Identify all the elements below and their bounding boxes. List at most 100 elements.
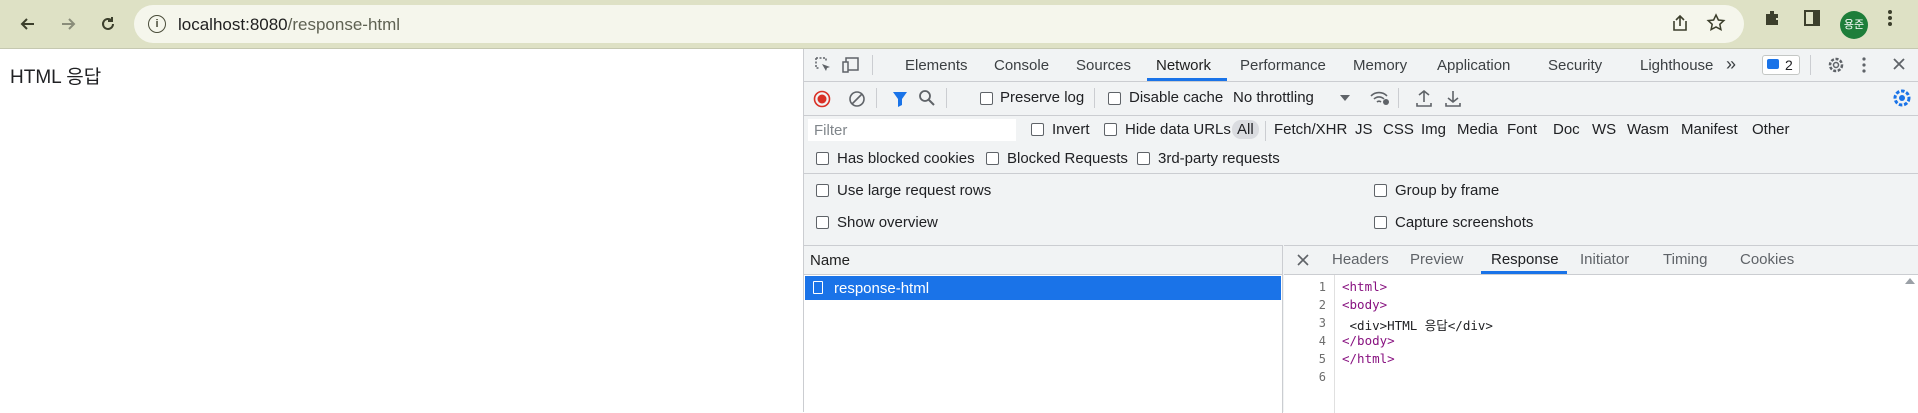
more-tabs-icon[interactable]: » (1726, 54, 1736, 75)
disable-cache-checkbox[interactable] (1108, 92, 1121, 105)
tab-lighthouse[interactable]: Lighthouse (1640, 57, 1713, 74)
filter-type-font[interactable]: Font (1507, 121, 1537, 138)
filter-type-all[interactable]: All (1232, 120, 1259, 139)
side-panel-icon[interactable] (1802, 8, 1822, 33)
filter-input[interactable] (808, 119, 1016, 141)
show-overview-checkbox[interactable] (816, 216, 829, 229)
show-overview-label: Show overview (837, 214, 938, 231)
filter-type-css[interactable]: CSS (1383, 121, 1414, 138)
preserve-log-checkbox[interactable] (980, 92, 993, 105)
third-party-label: 3rd-party requests (1158, 150, 1280, 167)
invert-checkbox[interactable] (1031, 123, 1044, 136)
third-party-checkbox[interactable] (1137, 152, 1150, 165)
divider (1265, 121, 1266, 141)
request-row[interactable]: response-html (805, 276, 1281, 300)
search-icon[interactable] (918, 89, 936, 112)
code-line: <body> (1342, 297, 1388, 312)
filter-funnel-icon[interactable] (892, 90, 908, 113)
code-line: </body> (1342, 333, 1395, 348)
filter-type-media[interactable]: Media (1457, 121, 1498, 138)
forward-arrow-icon[interactable] (52, 8, 84, 40)
browser-toolbar: i localhost:8080/response-html 용준 (0, 0, 1918, 49)
devtools-tab-bar: Elements Console Sources Network Perform… (804, 49, 1918, 82)
blocked-requests-label: Blocked Requests (1007, 150, 1128, 167)
settings-gear-icon[interactable] (1827, 56, 1845, 79)
divider (804, 173, 1918, 174)
tab-memory[interactable]: Memory (1353, 57, 1407, 74)
line-number: 6 (1318, 370, 1326, 384)
close-details-icon[interactable] (1296, 253, 1310, 272)
devtools-panel: Elements Console Sources Network Perform… (803, 49, 1918, 413)
blocked-requests-checkbox[interactable] (986, 152, 999, 165)
tab-elements[interactable]: Elements (905, 57, 968, 74)
request-details: Headers Preview Response Initiator Timin… (1284, 245, 1918, 413)
detail-tab-response[interactable]: Response (1491, 251, 1559, 268)
filter-type-doc[interactable]: Doc (1553, 121, 1580, 138)
record-stop-icon[interactable] (813, 90, 831, 113)
tab-security[interactable]: Security (1548, 57, 1602, 74)
detail-tab-initiator[interactable]: Initiator (1580, 251, 1629, 268)
network-toolbar: Preserve log Disable cache No throttling (804, 82, 1918, 116)
filter-type-fetch-xhr[interactable]: Fetch/XHR (1274, 121, 1347, 138)
filter-type-js[interactable]: JS (1355, 121, 1373, 138)
throttling-select[interactable]: No throttling (1233, 89, 1314, 106)
share-icon[interactable] (1670, 13, 1690, 38)
issues-badge[interactable]: 2 (1762, 55, 1800, 75)
url-host: localhost:8080 (178, 15, 288, 34)
filter-type-ws[interactable]: WS (1592, 121, 1616, 138)
divider (1810, 55, 1811, 75)
avatar[interactable]: 용준 (1840, 11, 1868, 39)
detail-tab-cookies[interactable]: Cookies (1740, 251, 1794, 268)
site-info-icon[interactable]: i (148, 15, 166, 33)
extensions-icon[interactable] (1762, 8, 1782, 33)
tab-network[interactable]: Network (1156, 57, 1211, 74)
divider (876, 88, 877, 108)
preserve-log-label: Preserve log (1000, 89, 1085, 106)
issues-count: 2 (1785, 57, 1793, 73)
network-conditions-icon[interactable] (1369, 89, 1391, 112)
tab-sources[interactable]: Sources (1076, 57, 1131, 74)
inspect-element-icon[interactable] (814, 56, 832, 79)
detail-tab-headers[interactable]: Headers (1332, 251, 1389, 268)
has-blocked-cookies-checkbox[interactable] (816, 152, 829, 165)
back-arrow-icon[interactable] (12, 8, 44, 40)
has-blocked-cookies-label: Has blocked cookies (837, 150, 975, 167)
export-har-icon[interactable] (1445, 89, 1461, 112)
clear-icon[interactable] (848, 90, 866, 113)
detail-tab-timing[interactable]: Timing (1663, 251, 1707, 268)
star-icon[interactable] (1706, 13, 1726, 38)
capture-screenshots-label: Capture screenshots (1395, 214, 1534, 231)
detail-tab-preview[interactable]: Preview (1410, 251, 1463, 268)
filter-type-other[interactable]: Other (1752, 121, 1790, 138)
line-number: 4 (1318, 334, 1326, 348)
hide-data-urls-checkbox[interactable] (1104, 123, 1117, 136)
tab-application[interactable]: Application (1437, 57, 1510, 74)
network-settings-gear-icon[interactable] (1892, 88, 1912, 113)
menu-kebab-icon[interactable] (1886, 8, 1894, 33)
divider (1398, 88, 1399, 108)
close-devtools-icon[interactable] (1892, 57, 1906, 76)
capture-screenshots-checkbox[interactable] (1374, 216, 1387, 229)
filter-type-img[interactable]: Img (1421, 121, 1446, 138)
device-toolbar-icon[interactable] (842, 56, 862, 79)
chevron-down-icon[interactable] (1340, 95, 1350, 101)
address-bar[interactable]: i localhost:8080/response-html (134, 5, 1744, 43)
response-viewer[interactable]: 1 2 3 4 5 6 <html> <body> <div>HTML 응답</… (1284, 275, 1918, 413)
scroll-up-icon[interactable] (1905, 278, 1915, 284)
divider (872, 55, 873, 75)
url-text[interactable]: localhost:8080/response-html (178, 15, 400, 35)
code-line: <div>HTML 응답</div> (1342, 318, 1493, 333)
tab-console[interactable]: Console (994, 57, 1049, 74)
large-rows-checkbox[interactable] (816, 184, 829, 197)
name-column-header[interactable]: Name (804, 246, 1282, 275)
devtools-menu-icon[interactable] (1861, 56, 1867, 79)
filter-type-wasm[interactable]: Wasm (1627, 121, 1669, 138)
divider (1094, 88, 1095, 108)
group-by-frame-checkbox[interactable] (1374, 184, 1387, 197)
filter-bar: Invert Hide data URLs All Fetch/XHR JS C… (804, 115, 1918, 147)
request-name: response-html (834, 280, 930, 297)
reload-icon[interactable] (92, 8, 124, 40)
tab-performance[interactable]: Performance (1240, 57, 1326, 74)
filter-type-manifest[interactable]: Manifest (1681, 121, 1738, 138)
import-har-icon[interactable] (1416, 89, 1432, 112)
